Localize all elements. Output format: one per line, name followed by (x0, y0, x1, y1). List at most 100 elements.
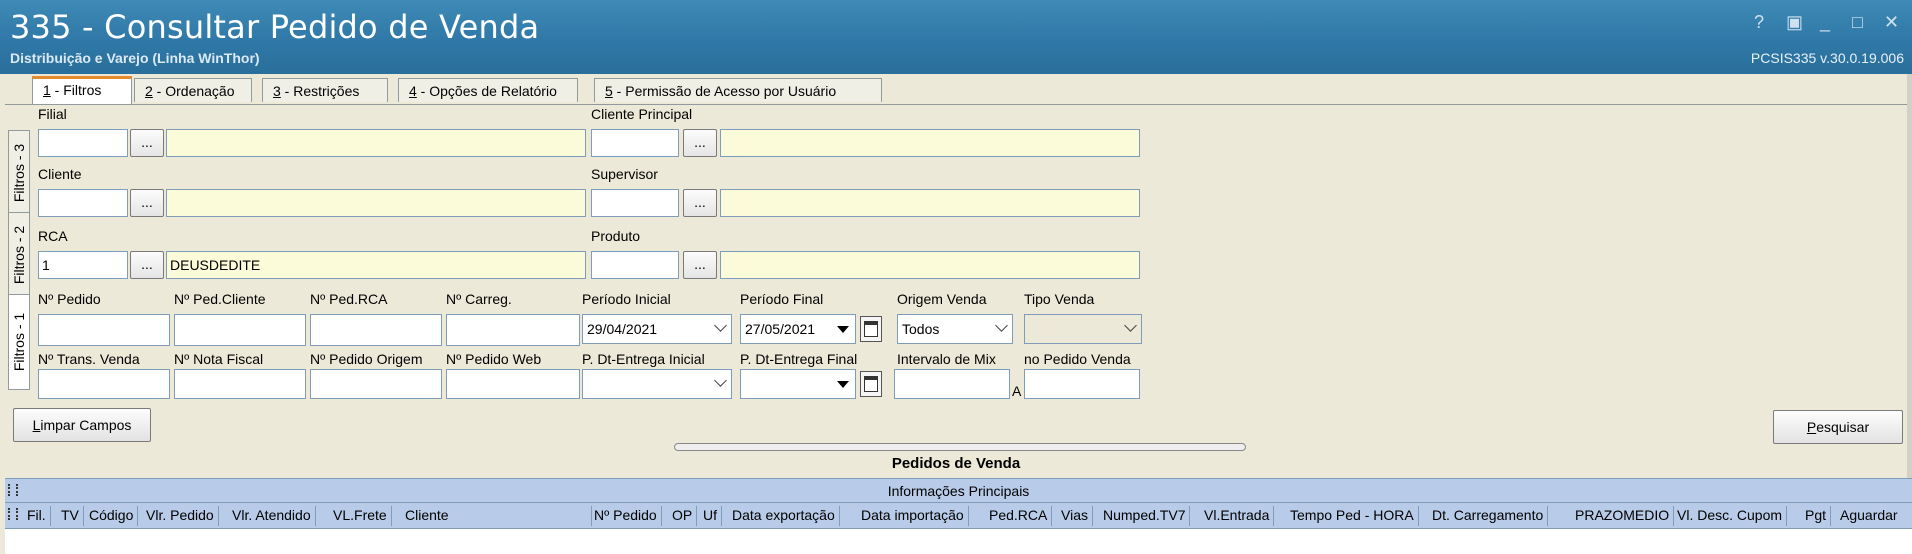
tipo-venda-select[interactable] (1024, 314, 1142, 344)
periodo-inicial-value: 29/04/2021 (587, 321, 658, 337)
tab-ordenacao[interactable]: 2 - Ordenação (134, 78, 252, 102)
origem-venda-select[interactable]: Todos (897, 314, 1013, 344)
chevron-down-icon (714, 374, 727, 387)
col-header-aguardar[interactable]: Aguardar (1840, 506, 1902, 526)
nro-ped-cliente-label: Nº Ped.Cliente (174, 291, 266, 307)
col-header-op[interactable]: OP (672, 506, 698, 526)
rca-lookup-button[interactable]: ... (130, 251, 164, 279)
produto-lookup-button[interactable]: ... (683, 251, 717, 279)
col-header-tv[interactable]: TV (61, 506, 84, 526)
side-tab-filtros-1[interactable]: Filtros - 1 (8, 294, 30, 390)
nro-pedido-input[interactable] (38, 314, 170, 346)
supervisor-desc-field (720, 189, 1140, 217)
col-header-fil[interactable]: Fil. (27, 506, 51, 526)
col-header-vlr-pedido[interactable]: Vlr. Pedido (146, 506, 219, 526)
col-header-vl-frete[interactable]: VL.Frete (333, 506, 392, 526)
col-header-prazomedio[interactable]: PRAZOMEDIO (1575, 506, 1675, 526)
calendar-icon[interactable] (860, 316, 882, 342)
minimize-icon[interactable]: _ (1820, 12, 1830, 33)
tab-permissao-acesso[interactable]: 5 - Permissão de Acesso por Usuário (594, 78, 882, 102)
help-icon[interactable]: ? (1754, 12, 1764, 33)
cliente-principal-code-input[interactable] (591, 129, 679, 157)
nro-pedido-origem-input[interactable] (310, 369, 442, 399)
produto-desc-field (720, 251, 1140, 279)
intervalo-mix-separator: A (1012, 383, 1022, 399)
cliente-code-input[interactable] (38, 189, 128, 217)
nro-ped-rca-input[interactable] (310, 314, 442, 346)
window-title: 335 - Consultar Pedido de Venda (10, 8, 540, 46)
nro-ped-cliente-input[interactable] (174, 314, 306, 346)
col-header-vl-entrada[interactable]: Vl.Entrada (1204, 506, 1275, 526)
rca-label: RCA (38, 228, 68, 244)
tab-opcoes-relatorio[interactable]: 4 - Opções de Relatório (398, 78, 578, 102)
nro-pedido-label: Nº Pedido (38, 291, 101, 307)
col-header-nro-pedido[interactable]: Nº Pedido (594, 506, 662, 526)
dt-entrega-inicial-label: P. Dt-Entrega Inicial (582, 351, 705, 367)
column-chooser-icon[interactable] (8, 508, 18, 520)
chevron-down-icon (1124, 319, 1137, 332)
grid-title: Pedidos de Venda (891, 455, 1021, 472)
restore-icon[interactable]: ▣ (1786, 12, 1803, 33)
cliente-label: Cliente (38, 166, 82, 182)
produto-code-input[interactable] (591, 251, 679, 279)
panel-splitter[interactable] (674, 443, 1246, 451)
tab-restricoes[interactable]: 3 - Restrições (262, 78, 388, 102)
col-header-vlr-atendido[interactable]: Vlr. Atendido (232, 506, 316, 526)
chevron-down-icon (714, 319, 727, 332)
col-header-vl-desc-cupom[interactable]: Vl. Desc. Cupom (1677, 506, 1788, 526)
rca-desc-field: DEUSDEDITE (166, 251, 586, 279)
col-header-data-exportacao[interactable]: Data exportação (732, 506, 840, 526)
periodo-final-dropdown[interactable] (832, 316, 854, 342)
periodo-inicial-label: Período Inicial (582, 291, 671, 307)
side-tab-filtros-3[interactable]: Filtros - 3 (8, 130, 30, 216)
col-header-cliente[interactable]: Cliente (405, 506, 592, 526)
dropdown-arrow-icon (837, 326, 849, 333)
filial-lookup-button[interactable]: ... (130, 129, 164, 157)
limpar-campos-button[interactable]: Limpar Campos (13, 408, 151, 442)
dt-entrega-final-dropdown[interactable] (832, 371, 854, 397)
calendar-icon[interactable] (860, 371, 882, 397)
col-header-numped-tv7[interactable]: Numped.TV7 (1103, 506, 1191, 526)
col-header-vias[interactable]: Vias (1061, 506, 1093, 526)
nro-carreg-input[interactable] (446, 314, 580, 346)
side-tab-filtros-2[interactable]: Filtros - 2 (8, 212, 30, 298)
intervalo-mix-from-input[interactable] (894, 369, 1010, 399)
origem-venda-label: Origem Venda (897, 291, 987, 307)
filial-label: Filial (38, 106, 67, 122)
dropdown-arrow-icon (837, 381, 849, 388)
close-icon[interactable]: ✕ (1884, 12, 1899, 33)
nro-pedido-web-input[interactable] (446, 369, 580, 399)
col-header-pgt[interactable]: Pgt (1805, 506, 1832, 526)
nro-nota-fiscal-label: Nº Nota Fiscal (174, 351, 264, 367)
periodo-inicial-picker[interactable]: 29/04/2021 (582, 314, 732, 344)
cliente-lookup-button[interactable]: ... (130, 189, 164, 217)
col-header-ped-rca[interactable]: Ped.RCA (989, 506, 1053, 526)
maximize-icon[interactable]: □ (1852, 12, 1863, 33)
col-header-dt-carregamento[interactable]: Dt. Carregamento (1432, 506, 1549, 526)
no-pedido-venda-label: no Pedido Venda (1024, 351, 1131, 367)
nro-nota-fiscal-input[interactable] (174, 369, 306, 399)
periodo-final-label: Período Final (740, 291, 824, 307)
nro-pedido-web-label: Nº Pedido Web (446, 351, 542, 367)
rca-code-input[interactable]: 1 (38, 251, 128, 279)
dt-entrega-inicial-picker[interactable] (582, 369, 732, 399)
col-header-data-importacao[interactable]: Data importação (861, 506, 969, 526)
col-header-codigo[interactable]: Código (89, 506, 139, 526)
supervisor-lookup-button[interactable]: ... (683, 189, 717, 217)
col-header-uf[interactable]: Uf (703, 506, 722, 526)
tab-filtros[interactable]: 1 - Filtros (32, 76, 132, 104)
cliente-principal-label: Cliente Principal (591, 106, 693, 122)
nro-trans-venda-input[interactable] (38, 369, 170, 399)
produto-label: Produto (591, 228, 641, 244)
periodo-final-value: 27/05/2021 (745, 321, 816, 337)
supervisor-code-input[interactable] (591, 189, 679, 217)
col-header-tempo-ped-hora[interactable]: Tempo Ped - HORA (1290, 506, 1419, 526)
nro-pedido-origem-label: Nº Pedido Origem (310, 351, 423, 367)
intervalo-mix-to-input[interactable] (1024, 369, 1140, 399)
grid-body[interactable] (5, 529, 1912, 554)
filial-code-input[interactable] (38, 129, 128, 157)
grid-column-headers: Fil. TV Código Vlr. Pedido Vlr. Atendido… (5, 503, 1912, 529)
cliente-principal-lookup-button[interactable]: ... (683, 129, 717, 157)
filial-desc-field (166, 129, 586, 157)
pesquisar-button[interactable]: Pesquisar (1773, 410, 1903, 444)
